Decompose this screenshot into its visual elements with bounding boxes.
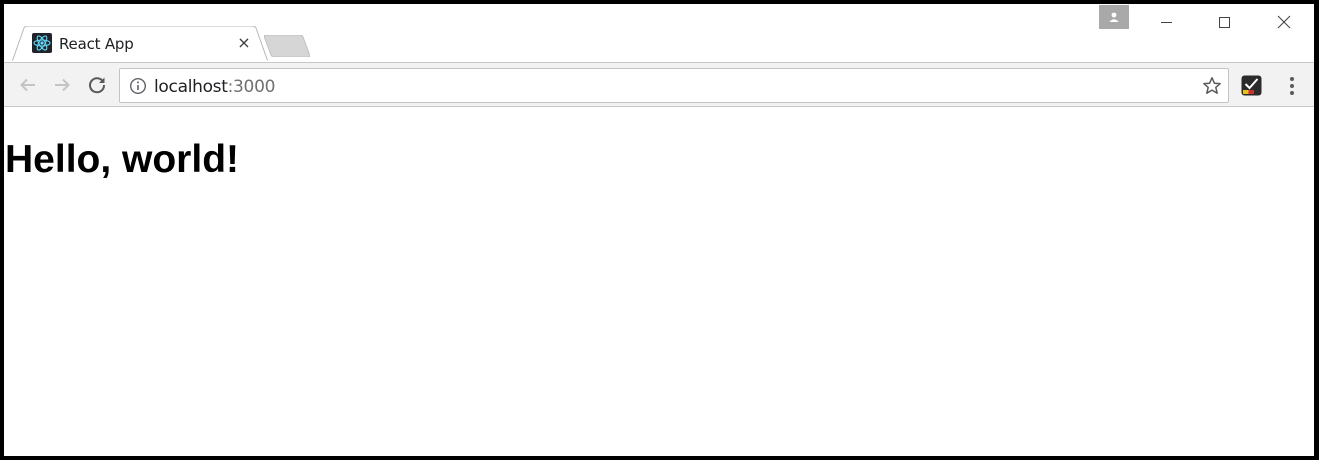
- page-heading: Hello, world!: [5, 138, 239, 181]
- url-text: localhost:3000: [154, 77, 275, 97]
- browser-window: React App × localhost:3000 Hello, world!: [4, 4, 1314, 456]
- tab-react-app[interactable]: React App ×: [12, 26, 268, 62]
- url-port: :3000: [227, 77, 276, 97]
- person-icon: [1109, 12, 1119, 22]
- arrow-left-icon: [20, 78, 35, 92]
- address-bar[interactable]: localhost:3000: [119, 68, 1229, 103]
- url-host: localhost: [154, 77, 228, 97]
- close-icon: [1277, 15, 1291, 29]
- page-viewport: Hello, world!: [4, 108, 1314, 456]
- maximize-button[interactable]: [1196, 4, 1254, 40]
- tab-title: React App: [59, 35, 134, 53]
- arrow-right-icon: [55, 78, 70, 92]
- browser-toolbar: localhost:3000: [4, 62, 1314, 107]
- tab-strip: React App ×: [4, 4, 1314, 62]
- tab-close-button[interactable]: ×: [234, 33, 254, 53]
- info-icon[interactable]: [129, 77, 147, 95]
- new-tab-button[interactable]: [263, 34, 311, 58]
- minimize-icon: [1161, 22, 1172, 23]
- reload-button[interactable]: [85, 73, 109, 97]
- window-close-button[interactable]: [1255, 4, 1313, 40]
- react-logo-icon: [32, 33, 52, 53]
- back-button[interactable]: [16, 73, 40, 97]
- forward-button[interactable]: [50, 73, 74, 97]
- kebab-menu-icon[interactable]: [1284, 75, 1300, 97]
- profile-button[interactable]: [1099, 5, 1129, 29]
- reload-icon: [89, 77, 106, 94]
- star-icon[interactable]: [1202, 76, 1222, 96]
- maximize-icon: [1219, 17, 1230, 28]
- minimize-button[interactable]: [1137, 4, 1195, 40]
- checkbox-extension-icon[interactable]: [1241, 75, 1262, 96]
